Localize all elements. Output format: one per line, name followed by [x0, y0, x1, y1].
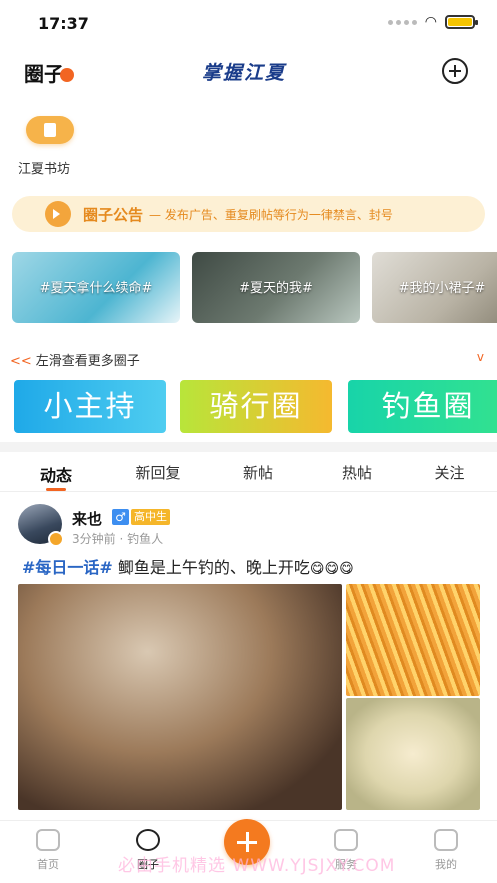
slide-hint: << 左滑查看更多圈子 v — [10, 350, 488, 370]
verified-badge-icon — [48, 531, 64, 547]
nav-home[interactable]: 首页 — [18, 829, 78, 872]
avatar[interactable] — [18, 504, 64, 547]
book-icon — [26, 116, 74, 144]
emoji: 😋😋😋 — [309, 561, 354, 577]
home-icon — [36, 829, 60, 851]
circle-button-cycling[interactable]: 骑行圈 — [180, 380, 332, 433]
post-meta: 3分钟前 · 钓鱼人 — [72, 532, 164, 546]
post-body: 鲫鱼是上午钓的、晚上开吃 — [112, 558, 310, 577]
post-tag[interactable]: #每日一话# — [22, 558, 113, 577]
add-circle-icon[interactable] — [442, 58, 468, 84]
brand-logo: 掌握江夏 — [202, 62, 287, 84]
circle-entry-label: 江夏书坊 — [18, 162, 71, 177]
announcement-title: 圈子公告 — [83, 205, 144, 224]
tab-following[interactable]: 关注 — [402, 452, 497, 491]
nav-mine[interactable]: 我的 — [416, 829, 476, 872]
battery-icon — [445, 15, 478, 29]
post-images — [18, 584, 480, 810]
slide-hint-text: 左滑查看更多圈子 — [35, 354, 140, 369]
announcement-bar[interactable]: 圈子公告 — 发布广告、重复刷帖等行为一律禁言、封号 — [12, 196, 485, 232]
tab-new-posts[interactable]: 新帖 — [204, 452, 312, 491]
heart-icon — [334, 829, 358, 851]
user-icon — [434, 829, 458, 851]
post-username[interactable]: 来也 — [72, 508, 102, 529]
post-image-fish[interactable] — [18, 584, 342, 810]
app-screen: { "status_bar": { "time": "17:37" }, "he… — [0, 0, 497, 883]
page-title: 圈子 — [24, 62, 64, 86]
topic-card[interactable]: #夏天拿什么续命# — [12, 252, 180, 323]
status-icons: ◠ — [387, 14, 478, 30]
post-image-dish[interactable] — [346, 698, 480, 810]
tab-hot-posts[interactable]: 热帖 — [312, 452, 402, 491]
topic-card[interactable]: #夏天的我# — [192, 252, 360, 323]
notification-dot — [60, 68, 74, 82]
section-divider — [0, 442, 497, 452]
circle-entry-bookshop[interactable]: 江夏书坊 — [18, 116, 88, 177]
topic-label: #夏天的我# — [239, 281, 313, 296]
post-text: #每日一话# 鲫鱼是上午钓的、晚上开吃😋😋😋 — [22, 554, 354, 578]
circle-button-fishing[interactable]: 钓鱼圈 — [348, 380, 497, 433]
watermark-text: 必由手机精选 WWW.YJSJXY.COM — [118, 856, 396, 876]
circle-list: 小主持 骑行圈 钓鱼圈 — [14, 380, 497, 434]
chevron-down-icon[interactable]: v — [477, 350, 484, 364]
wifi-icon: ◠ — [424, 14, 437, 30]
status-time: 17:37 — [38, 14, 89, 33]
tab-new-replies[interactable]: 新回复 — [112, 452, 204, 491]
male-icon: ♂ — [112, 509, 129, 525]
topic-label: #夏天拿什么续命# — [39, 281, 153, 296]
status-bar: 17:37 ◠ — [0, 0, 497, 46]
bottom-nav: 首页 圈子 服务 我的 必由手机精选 WWW.YJSJXY.COM — [0, 819, 497, 883]
signal-icon — [387, 19, 417, 25]
topic-label: #我的小裙子# — [398, 281, 486, 296]
feed-tabs: 动态 新回复 新帖 热帖 关注 — [0, 452, 497, 492]
tab-dynamic[interactable]: 动态 — [0, 452, 112, 491]
top-header: 圈子 掌握江夏 — [0, 52, 497, 92]
user-level-badge: 高中生 — [131, 509, 170, 525]
nav-home-label: 首页 — [37, 858, 59, 871]
left-arrows-icon: << — [10, 354, 32, 369]
nav-mine-label: 我的 — [435, 858, 457, 871]
topic-carousel: #夏天拿什么续命# #夏天的我# #我的小裙子# — [12, 252, 497, 324]
speaker-icon — [45, 201, 71, 227]
planet-icon — [136, 829, 160, 851]
topic-card[interactable]: #我的小裙子# — [372, 252, 497, 323]
announcement-text: — 发布广告、重复刷帖等行为一律禁言、封号 — [149, 207, 393, 222]
post-image-potato[interactable] — [346, 584, 480, 696]
circle-button-host[interactable]: 小主持 — [14, 380, 166, 433]
